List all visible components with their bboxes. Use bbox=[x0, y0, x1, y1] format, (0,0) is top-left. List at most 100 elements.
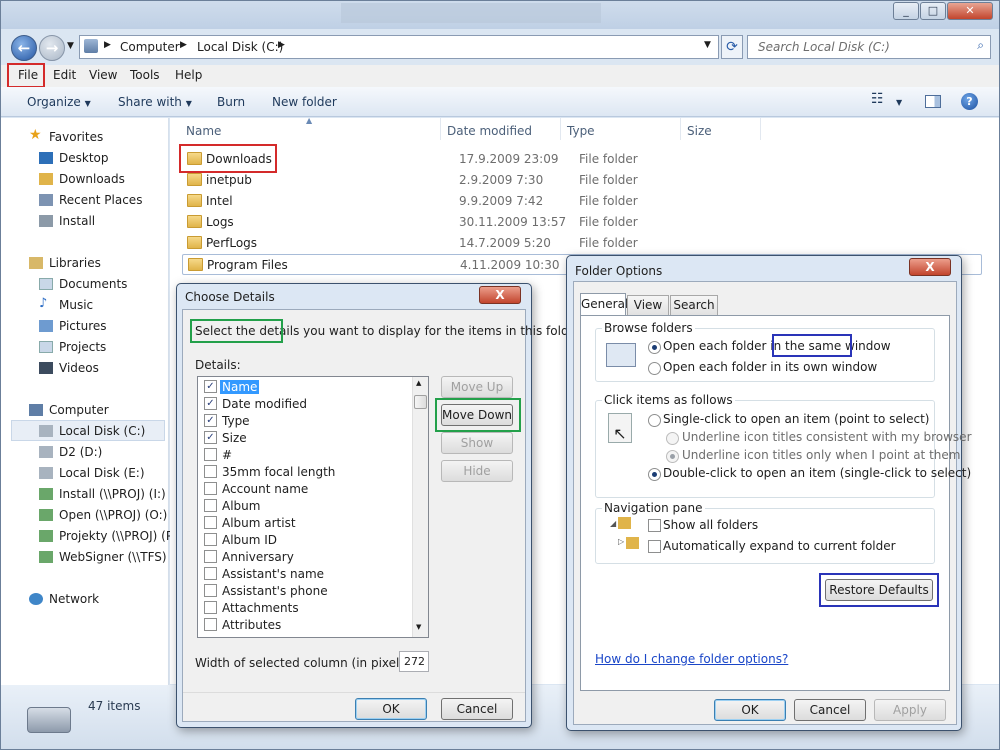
help-icon[interactable]: ? bbox=[961, 93, 978, 110]
nav-recent-places[interactable]: Recent Places bbox=[39, 193, 142, 207]
address-dropdown-icon[interactable]: ▼ bbox=[704, 40, 711, 50]
burn-button[interactable]: Burn bbox=[217, 95, 245, 109]
file-row[interactable]: Logs 30.11.2009 13:57 File folder bbox=[182, 212, 982, 233]
apply-button[interactable]: Apply bbox=[874, 699, 946, 721]
scrollbar[interactable]: ▲ ▼ bbox=[412, 377, 428, 637]
radio-single-click[interactable] bbox=[648, 414, 661, 427]
refresh-icon[interactable]: ⟳ bbox=[721, 35, 743, 59]
underline-point-label[interactable]: Underline icon titles only when I point … bbox=[682, 448, 960, 462]
search-input[interactable]: Search Local Disk (C:) ⌕ bbox=[747, 35, 991, 59]
show-all-folders-checkbox[interactable] bbox=[648, 519, 661, 532]
show-button[interactable]: Show bbox=[441, 432, 513, 454]
close-button[interactable]: X bbox=[909, 258, 951, 276]
ok-button[interactable]: OK bbox=[714, 699, 786, 721]
menu-view[interactable]: View bbox=[89, 68, 117, 82]
checked-checkbox[interactable]: ✓ bbox=[204, 397, 217, 410]
checkbox[interactable] bbox=[204, 550, 217, 563]
address-bar[interactable]: ▶ Computer ▶ Local Disk (C:) ▶ ▼ bbox=[79, 35, 719, 59]
checkbox[interactable] bbox=[204, 482, 217, 495]
nav-projects[interactable]: Projects bbox=[39, 340, 106, 354]
tab-view[interactable]: View bbox=[627, 295, 669, 315]
radio-double-click[interactable] bbox=[648, 468, 661, 481]
checkbox[interactable] bbox=[204, 584, 217, 597]
single-click-label[interactable]: Single-click to open an item (point to s… bbox=[663, 412, 929, 426]
checkbox[interactable] bbox=[204, 465, 217, 478]
menu-tools[interactable]: Tools bbox=[130, 68, 160, 82]
close-button[interactable]: ✕ bbox=[947, 2, 993, 20]
nav-pictures[interactable]: Pictures bbox=[39, 319, 107, 333]
checkbox[interactable] bbox=[204, 516, 217, 529]
column-size[interactable]: Size bbox=[687, 124, 712, 138]
nav-open-o[interactable]: Open (\\PROJ) (O:) bbox=[39, 508, 167, 522]
auto-expand-checkbox[interactable] bbox=[648, 540, 661, 553]
nav-local-disk-c[interactable]: Local Disk (C:) bbox=[39, 424, 145, 438]
nav-documents[interactable]: Documents bbox=[39, 277, 127, 291]
view-options-icon[interactable]: ☷ bbox=[871, 91, 884, 107]
close-button[interactable]: X bbox=[479, 286, 521, 304]
nav-install[interactable]: Install bbox=[39, 214, 95, 228]
cancel-button[interactable]: Cancel bbox=[441, 698, 513, 720]
file-row[interactable]: PerfLogs 14.7.2009 5:20 File folder bbox=[182, 233, 982, 254]
nav-videos[interactable]: Videos bbox=[39, 361, 99, 375]
share-with-button[interactable]: Share with ▼ bbox=[118, 95, 192, 109]
file-row[interactable]: Downloads 17.9.2009 23:09 File folder bbox=[182, 149, 982, 170]
own-window-label[interactable]: Open each folder in its own window bbox=[663, 360, 877, 374]
column-type[interactable]: Type bbox=[567, 124, 595, 138]
organize-button[interactable]: Organize ▼ bbox=[27, 95, 91, 109]
details-list[interactable]: ✓ Name ✓ Date modified ✓ Type ✓ Size #35mm focal… bbox=[197, 376, 429, 638]
breadcrumb-local-disk[interactable]: Local Disk (C:) bbox=[197, 40, 283, 54]
column-name[interactable]: Name bbox=[186, 124, 221, 138]
checkbox[interactable] bbox=[204, 601, 217, 614]
tab-general[interactable]: General bbox=[580, 293, 628, 315]
move-up-button[interactable]: Move Up bbox=[441, 376, 513, 398]
file-row[interactable]: inetpub 2.9.2009 7:30 File folder bbox=[182, 170, 982, 191]
nav-d2[interactable]: D2 (D:) bbox=[39, 445, 102, 459]
column-width-input[interactable]: 272 bbox=[399, 651, 429, 672]
nav-favorites[interactable]: ★ Favorites bbox=[29, 127, 103, 144]
preview-pane-icon[interactable] bbox=[925, 95, 941, 108]
view-dropdown-icon[interactable]: ▼ bbox=[896, 98, 902, 107]
cancel-button[interactable]: Cancel bbox=[794, 699, 866, 721]
checked-checkbox[interactable]: ✓ bbox=[204, 431, 217, 444]
nav-network[interactable]: Network bbox=[29, 592, 99, 606]
menu-help[interactable]: Help bbox=[175, 68, 202, 82]
nav-install-i[interactable]: Install (\\PROJ) (I:) bbox=[39, 487, 166, 501]
new-folder-button[interactable]: New folder bbox=[272, 95, 337, 109]
checkbox[interactable] bbox=[204, 533, 217, 546]
maximize-button[interactable]: □ bbox=[920, 2, 946, 20]
nav-music[interactable]: ♪ Music bbox=[39, 296, 93, 312]
radio-underline-point[interactable] bbox=[666, 450, 679, 463]
checked-checkbox[interactable]: ✓ bbox=[204, 414, 217, 427]
checkbox[interactable] bbox=[204, 618, 217, 631]
ok-button[interactable]: OK bbox=[355, 698, 427, 720]
nav-local-disk-e[interactable]: Local Disk (E:) bbox=[39, 466, 145, 480]
breadcrumb-computer[interactable]: Computer bbox=[120, 40, 180, 54]
scroll-up-icon[interactable]: ▲ bbox=[416, 379, 421, 387]
hide-button[interactable]: Hide bbox=[441, 460, 513, 482]
forward-button[interactable]: → bbox=[39, 35, 65, 61]
show-all-folders-label[interactable]: Show all folders bbox=[663, 518, 758, 532]
nav-downloads[interactable]: Downloads bbox=[39, 172, 125, 186]
nav-desktop[interactable]: Desktop bbox=[39, 151, 109, 165]
checkbox[interactable] bbox=[204, 448, 217, 461]
back-button[interactable]: ← bbox=[11, 35, 37, 61]
nav-libraries[interactable]: Libraries bbox=[29, 256, 101, 270]
checkbox[interactable] bbox=[204, 567, 217, 580]
checkbox[interactable] bbox=[204, 499, 217, 512]
minimize-button[interactable]: _ bbox=[893, 2, 919, 20]
scroll-thumb[interactable] bbox=[414, 395, 427, 409]
scroll-down-icon[interactable]: ▼ bbox=[416, 623, 421, 631]
checked-checkbox[interactable]: ✓ bbox=[204, 380, 217, 393]
radio-underline-browser[interactable] bbox=[666, 432, 679, 445]
search-icon[interactable]: ⌕ bbox=[977, 38, 984, 53]
help-link[interactable]: How do I change folder options? bbox=[595, 652, 788, 666]
column-date-modified[interactable]: Date modified bbox=[447, 124, 532, 138]
menu-edit[interactable]: Edit bbox=[53, 68, 76, 82]
nav-websigner[interactable]: WebSigner (\\TFS) ( bbox=[39, 550, 175, 564]
recent-pages-icon[interactable]: ▼ bbox=[67, 41, 74, 51]
radio-same-window[interactable] bbox=[648, 341, 661, 354]
radio-own-window[interactable] bbox=[648, 362, 661, 375]
nav-projekty-p[interactable]: Projekty (\\PROJ) (P bbox=[39, 529, 173, 543]
underline-browser-label[interactable]: Underline icon titles consistent with my… bbox=[682, 430, 972, 444]
file-row[interactable]: Intel 9.9.2009 7:42 File folder bbox=[182, 191, 982, 212]
